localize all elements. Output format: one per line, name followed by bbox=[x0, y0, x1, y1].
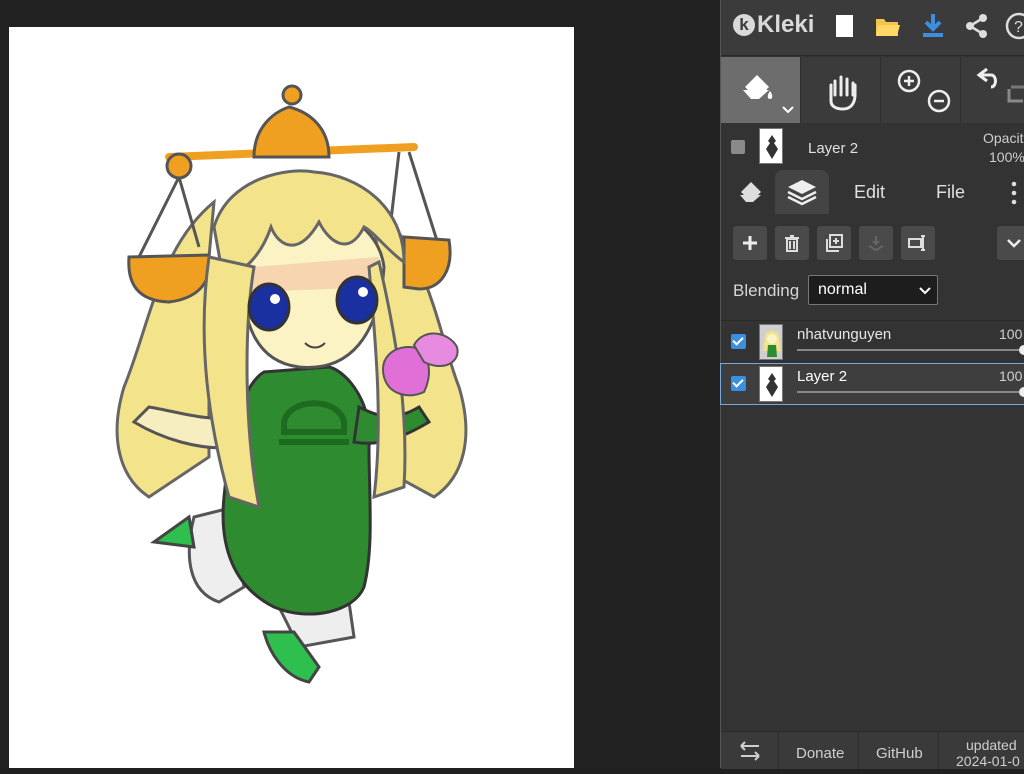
redo-icon[interactable] bbox=[1007, 85, 1024, 103]
layer-opacity-knob[interactable] bbox=[1019, 387, 1024, 397]
app-logo[interactable]: k Kleki bbox=[733, 11, 814, 39]
zoom-in-icon[interactable] bbox=[897, 69, 921, 93]
side-panel: k Kleki ? Layer 2 Opacit 100% Edit File … bbox=[720, 0, 1024, 769]
svg-text:?: ? bbox=[1014, 19, 1023, 36]
collapse-button[interactable] bbox=[997, 226, 1024, 260]
donate-link[interactable]: Donate bbox=[779, 732, 859, 769]
panel-footer: Donate GitHub updated 2024-01-0 bbox=[721, 731, 1024, 769]
layer-row[interactable]: nhatvunguyen 100 bbox=[721, 322, 1024, 362]
current-layer-strip: Layer 2 Opacit 100% bbox=[721, 124, 1024, 170]
brush-tab-icon bbox=[740, 182, 761, 202]
layer-opacity-slider[interactable] bbox=[797, 349, 1019, 351]
blending-label: Blending bbox=[733, 281, 800, 300]
tool-bar bbox=[721, 57, 1024, 123]
zoom-out-icon[interactable] bbox=[927, 89, 951, 113]
tab-brush[interactable] bbox=[731, 170, 775, 214]
divider bbox=[721, 320, 1024, 321]
download-icon[interactable] bbox=[917, 10, 949, 42]
updated-label: updated bbox=[966, 737, 1017, 753]
zoom-buttons bbox=[881, 57, 961, 123]
duplicate-layer-button[interactable] bbox=[817, 226, 851, 260]
delete-layer-button[interactable] bbox=[775, 226, 809, 260]
layer-visibility-checkbox[interactable] bbox=[731, 376, 746, 391]
fill-tool-button[interactable] bbox=[721, 57, 801, 123]
undo-redo-buttons bbox=[961, 57, 1024, 123]
merge-down-button[interactable] bbox=[859, 226, 893, 260]
layer-thumbnail bbox=[759, 324, 783, 360]
swap-arrows-icon bbox=[740, 741, 760, 761]
layer-opacity-slider[interactable] bbox=[797, 391, 1019, 393]
collapse-icon bbox=[1007, 239, 1021, 248]
duplicate-layer-icon bbox=[826, 234, 843, 252]
updated-date: 2024-01-0 bbox=[956, 753, 1020, 769]
folder-open-icon[interactable] bbox=[871, 10, 903, 42]
hand-pan-icon bbox=[829, 75, 857, 111]
opacity-value: 100% bbox=[989, 149, 1024, 165]
updated-link[interactable]: updated 2024-01-0 bbox=[939, 732, 1024, 769]
current-layer-name: Layer 2 bbox=[808, 140, 859, 157]
chibi-libra-drawing bbox=[115, 84, 468, 684]
layer-thumbnail bbox=[759, 366, 783, 402]
layers-tab-icon bbox=[787, 180, 817, 206]
panel-tabs: Edit File bbox=[721, 170, 1024, 214]
add-layer-button[interactable] bbox=[733, 226, 767, 260]
help-icon[interactable]: ? bbox=[1003, 10, 1024, 42]
more-menu-icon[interactable] bbox=[1011, 180, 1017, 206]
add-layer-icon bbox=[743, 236, 757, 250]
tab-layers[interactable] bbox=[775, 170, 829, 214]
blending-select[interactable]: normal bbox=[808, 275, 938, 305]
layer-opacity-knob[interactable] bbox=[1019, 345, 1024, 355]
blending-value: normal bbox=[818, 281, 867, 298]
github-link[interactable]: GitHub bbox=[859, 732, 939, 769]
delete-layer-icon bbox=[785, 235, 799, 252]
new-file-icon[interactable] bbox=[827, 10, 859, 42]
tab-file[interactable]: File bbox=[936, 182, 965, 203]
undo-icon[interactable] bbox=[976, 67, 997, 89]
layers-panel: Blending normal nhatvunguyen 100 Layer 2… bbox=[720, 214, 1024, 734]
layer-opacity: 100 bbox=[999, 326, 1023, 342]
share-icon[interactable] bbox=[961, 10, 993, 42]
app-header: k Kleki ? bbox=[721, 0, 1024, 56]
rename-layer-icon bbox=[908, 235, 925, 251]
layer-name: nhatvunguyen bbox=[797, 326, 892, 343]
fill-bucket-icon bbox=[743, 75, 794, 114]
app-name: Kleki bbox=[757, 11, 815, 38]
merge-down-icon bbox=[868, 236, 884, 252]
layer-name: Layer 2 bbox=[797, 368, 848, 385]
layer-row[interactable]: Layer 2 100 bbox=[720, 363, 1024, 405]
drawing-canvas[interactable] bbox=[9, 27, 574, 768]
donate-label: Donate bbox=[796, 745, 845, 762]
current-layer-thumbnail bbox=[759, 128, 783, 164]
canvas-workspace[interactable] bbox=[0, 0, 720, 768]
tab-edit[interactable]: Edit bbox=[854, 182, 885, 203]
swap-side-button[interactable] bbox=[721, 732, 779, 769]
opacity-label: Opacit bbox=[983, 130, 1024, 146]
rename-layer-button[interactable] bbox=[901, 226, 935, 260]
kleki-logo-icon: k bbox=[733, 14, 755, 36]
layer-opacity: 100 bbox=[999, 368, 1023, 384]
current-layer-checkbox[interactable] bbox=[731, 140, 745, 154]
layer-visibility-checkbox[interactable] bbox=[731, 334, 746, 349]
hand-tool-button[interactable] bbox=[801, 57, 881, 123]
github-label: GitHub bbox=[876, 745, 923, 762]
chevron-down-icon bbox=[919, 287, 931, 295]
